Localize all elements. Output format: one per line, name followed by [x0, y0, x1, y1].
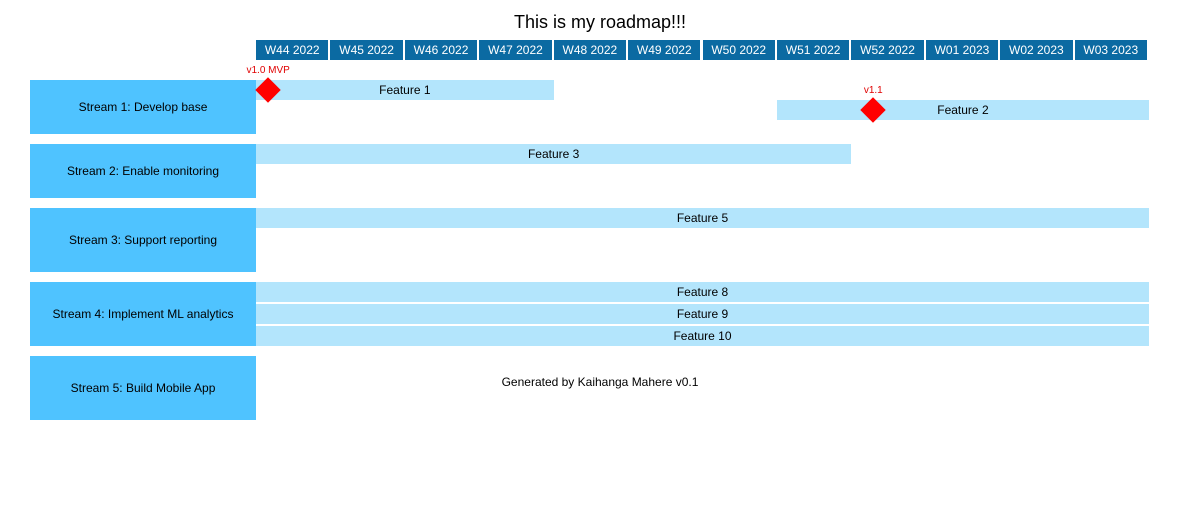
- timeline-week: W44 2022: [256, 40, 331, 60]
- stream-block: Stream 3: Support reporting: [30, 208, 256, 272]
- feature-bar: Feature 3: [256, 144, 852, 164]
- roadmap-title: This is my roadmap!!!: [513, 12, 687, 32]
- stream-block: Stream 2: Enable monitoring: [30, 144, 256, 198]
- timeline-week: W48 2022: [553, 40, 629, 60]
- timeline-week: W49 2022: [628, 40, 703, 60]
- timeline-week: W47 2022: [479, 40, 554, 60]
- milestone-label: v1.0 MVP: [246, 65, 290, 76]
- timeline-week: W52 2022: [851, 40, 926, 60]
- feature-bar: Feature 9: [256, 304, 1149, 324]
- timeline-week: W03 2023: [1074, 40, 1149, 60]
- timeline-week: W45 2022: [330, 40, 405, 60]
- timeline-week: W50 2022: [702, 40, 777, 60]
- feature-bar: Feature 8: [256, 282, 1149, 302]
- footer-text: Generated by Kaihanga Mahere v0.1: [501, 375, 699, 389]
- milestone-label: v1.1: [863, 85, 883, 96]
- stream-block: Stream 4: Implement ML analytics: [30, 282, 256, 346]
- feature-bar: Feature 1: [256, 80, 554, 100]
- feature-bar: Feature 5: [256, 208, 1149, 228]
- timeline-week: W51 2022: [776, 40, 852, 60]
- feature-bar: Feature 10: [256, 326, 1149, 346]
- timeline-week: W02 2023: [1000, 40, 1075, 60]
- feature-bar: Feature 2: [776, 100, 1149, 120]
- stream-block: Stream 1: Develop base: [30, 80, 256, 134]
- timeline-week: W01 2023: [925, 40, 1001, 60]
- timeline-week: W46 2022: [404, 40, 480, 60]
